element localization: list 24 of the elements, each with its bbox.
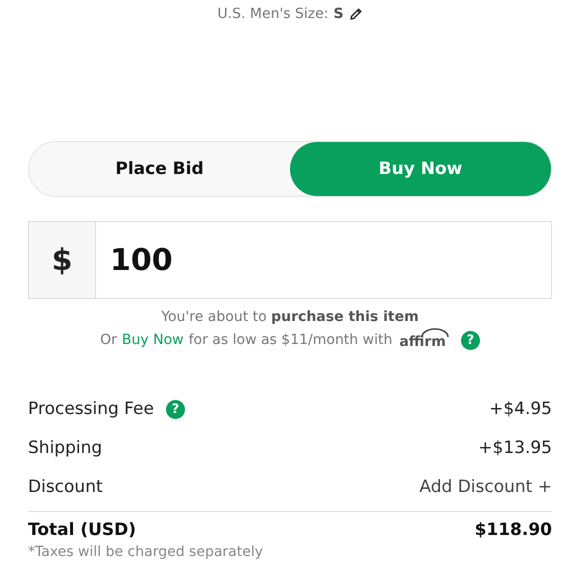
total-label: Total (USD): [28, 520, 136, 540]
pencil-icon[interactable]: [348, 7, 363, 21]
mode-tab[interactable]: Buy Now: [290, 142, 551, 196]
affirm-logo: affirm: [399, 330, 446, 350]
line-amount: +$4.95: [489, 399, 552, 419]
add-discount-link[interactable]: Add Discount +: [419, 477, 552, 497]
line-amount: +$13.95: [478, 438, 552, 458]
help-icon[interactable]: ?: [460, 330, 480, 350]
financing-text: for as low as $11/month with: [188, 332, 392, 348]
help-icon[interactable]: ?: [166, 400, 185, 418]
amount-value: 100: [109, 242, 173, 278]
purchase-notice: You're about to purchase this item: [160, 309, 420, 325]
total-amount: $118.90: [474, 520, 552, 540]
line-label: Discount: [28, 477, 103, 497]
currency-symbol: $: [29, 222, 96, 298]
tax-note: *Taxes will be charged separately: [28, 544, 264, 560]
buy-now-link[interactable]: Buy Now: [122, 332, 184, 348]
size-value: S: [334, 6, 344, 22]
line-label: Processing Fee: [28, 399, 154, 419]
size-label: U.S. Men's Size:: [217, 6, 328, 22]
financing-text: Or: [100, 332, 117, 348]
line-label: Shipping: [28, 438, 102, 458]
amount-field[interactable]: $ 100: [28, 221, 552, 299]
mode-tab[interactable]: Place Bid: [29, 142, 290, 196]
